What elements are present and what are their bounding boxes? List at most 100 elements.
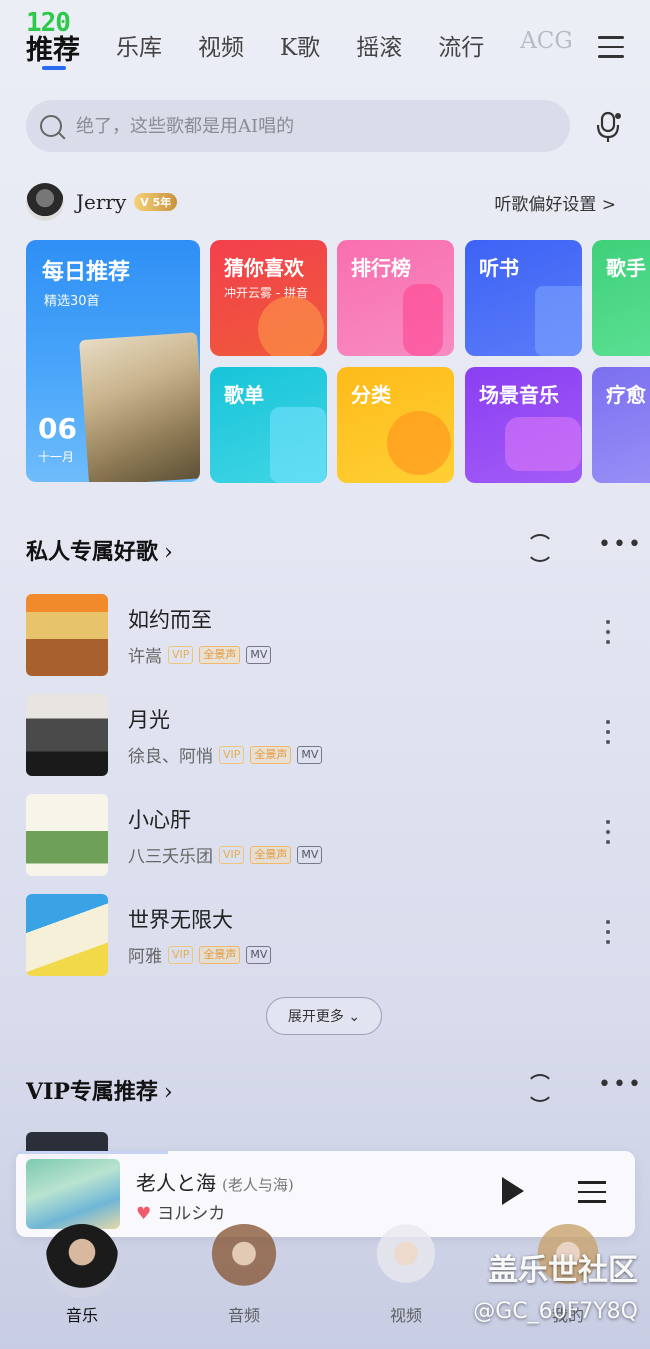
card-title: 歌单 [224,383,264,407]
refresh-icon[interactable] [526,534,554,562]
tab-karaoke[interactable]: K歌 [280,28,320,62]
song-artist: 许嵩 [128,647,162,667]
charts-card[interactable]: 排行榜 [337,240,454,356]
playlists-card[interactable]: 歌单 [210,367,327,483]
tab-video[interactable]: 视频 [198,28,244,62]
nav-video-avatar [369,1224,443,1298]
daily-recommend-card[interactable]: 每日推荐 精选30首 06 十一月 [26,240,200,482]
menu-icon[interactable] [598,36,624,58]
nav-audio-avatar [207,1224,281,1298]
nav-label: 音频 [227,1306,260,1325]
song-row[interactable]: 小心肝 八三夭乐团 VIP 全景声 MV [26,794,626,876]
song-artist: 徐良、阿悄 [128,747,213,767]
spatial-audio-tag: 全景声 [250,745,292,764]
watermark: 盖乐世社区 @GC_60F7Y8Q [473,1253,638,1324]
nav-label: 视频 [389,1306,422,1325]
song-row[interactable]: 月光 徐良、阿悄 VIP 全景声 MV [26,694,626,776]
card-title: 分类 [351,383,391,407]
card-title: 听书 [479,256,519,280]
heart-icon[interactable]: ♥ [136,1204,151,1224]
search-bar[interactable] [26,100,570,152]
vip-level-badge: V 5年 [134,193,178,211]
expand-more-button[interactable]: 展开更多 ⌄ [266,997,382,1035]
song-title: 小心肝 [128,808,191,832]
private-songs-heading[interactable]: 私人专属好歌 › [26,534,173,566]
song-row[interactable]: 世界无限大 阿雅 VIP 全景声 MV [26,894,626,976]
bar-chart-icon [403,284,443,356]
scene-music-card[interactable]: 场景音乐 [465,367,582,483]
vip-tag: VIP [219,845,245,864]
vip-tag: VIP [168,945,194,964]
album-art [26,594,108,676]
listening-preference-link[interactable]: 听歌偏好设置 > [494,190,616,215]
more-options-icon[interactable]: ••• [598,532,643,557]
song-more-icon[interactable] [606,820,610,850]
search-icon [40,115,62,137]
song-more-icon[interactable] [606,620,610,650]
song-more-icon[interactable] [606,920,610,950]
mv-tag[interactable]: MV [297,745,323,764]
daily-cover-image [79,332,200,482]
daily-month: 十一月 [38,450,75,464]
nav-video[interactable]: 视频 [366,1224,446,1326]
heart-icon [258,296,324,356]
song-row[interactable]: 如约而至 许嵩 VIP 全景声 MV [26,594,626,676]
user-profile[interactable]: Jerry V 5年 [26,182,178,222]
avatar[interactable] [26,183,64,221]
refresh-icon[interactable] [526,1074,554,1102]
card-title: 猜你喜欢 [224,256,304,280]
category-icon [387,411,451,475]
play-icon[interactable] [502,1177,524,1205]
singers-card[interactable]: 歌手 [592,240,650,356]
daily-recommend-subtitle: 精选30首 [44,294,100,309]
tab-recommend[interactable]: 推荐 [26,28,80,70]
album-art [26,694,108,776]
song-title: 月光 [128,708,170,732]
spatial-audio-tag: 全景声 [250,845,292,864]
categories-card[interactable]: 分类 [337,367,454,483]
daily-day: 06 [38,412,77,445]
song-artist: 阿雅 [128,947,162,967]
card-title: 歌手 [606,256,646,280]
voice-search-icon[interactable] [594,110,624,144]
mv-tag[interactable]: MV [297,845,323,864]
song-title: 如约而至 [128,608,212,632]
now-playing-art[interactable] [26,1159,120,1229]
playlist-queue-icon[interactable] [578,1181,606,1210]
album-art [26,794,108,876]
song-artist: 八三夭乐团 [128,847,213,867]
spatial-audio-tag: 全景声 [199,645,241,664]
now-playing-artist: ♥ ヨルシカ [136,1204,226,1224]
card-title: 场景音乐 [479,383,559,407]
playback-progress [16,1151,168,1154]
nav-label: 音乐 [65,1306,98,1325]
search-input[interactable] [76,115,536,137]
song-title: 世界无限大 [128,908,233,932]
more-options-icon[interactable]: ••• [598,1072,643,1097]
playlist-icon [270,407,326,483]
mv-tag[interactable]: MV [246,645,272,664]
tab-rock[interactable]: 摇滚 [356,28,402,62]
tab-pop[interactable]: 流行 [438,28,484,62]
book-icon [535,286,582,356]
nav-music-avatar [45,1224,119,1298]
tab-acg[interactable]: ACG [520,28,573,54]
sofa-icon [505,417,581,471]
tab-library[interactable]: 乐库 [116,28,162,62]
song-more-icon[interactable] [606,720,610,750]
nav-music[interactable]: 音乐 [42,1224,122,1326]
mv-tag[interactable]: MV [246,945,272,964]
vip-recommend-heading[interactable]: VIP专属推荐 › [26,1074,173,1106]
guess-you-like-card[interactable]: 猜你喜欢 冲开云雾 - 拼音 [210,240,327,356]
spatial-audio-tag: 全景声 [199,945,241,964]
album-art [26,894,108,976]
now-playing-title: 老人と海 (老人与海) [136,1171,294,1195]
user-name: Jerry [76,190,127,214]
nav-audio[interactable]: 音频 [204,1224,284,1326]
daily-recommend-title: 每日推荐 [42,260,131,285]
card-title: 疗愈 [606,383,646,407]
healing-card[interactable]: 疗愈 [592,367,650,483]
audiobook-card[interactable]: 听书 [465,240,582,356]
top-tab-bar: 推荐 乐库 视频 K歌 摇滚 流行 ACG [26,28,626,78]
vip-tag: VIP [219,745,245,764]
